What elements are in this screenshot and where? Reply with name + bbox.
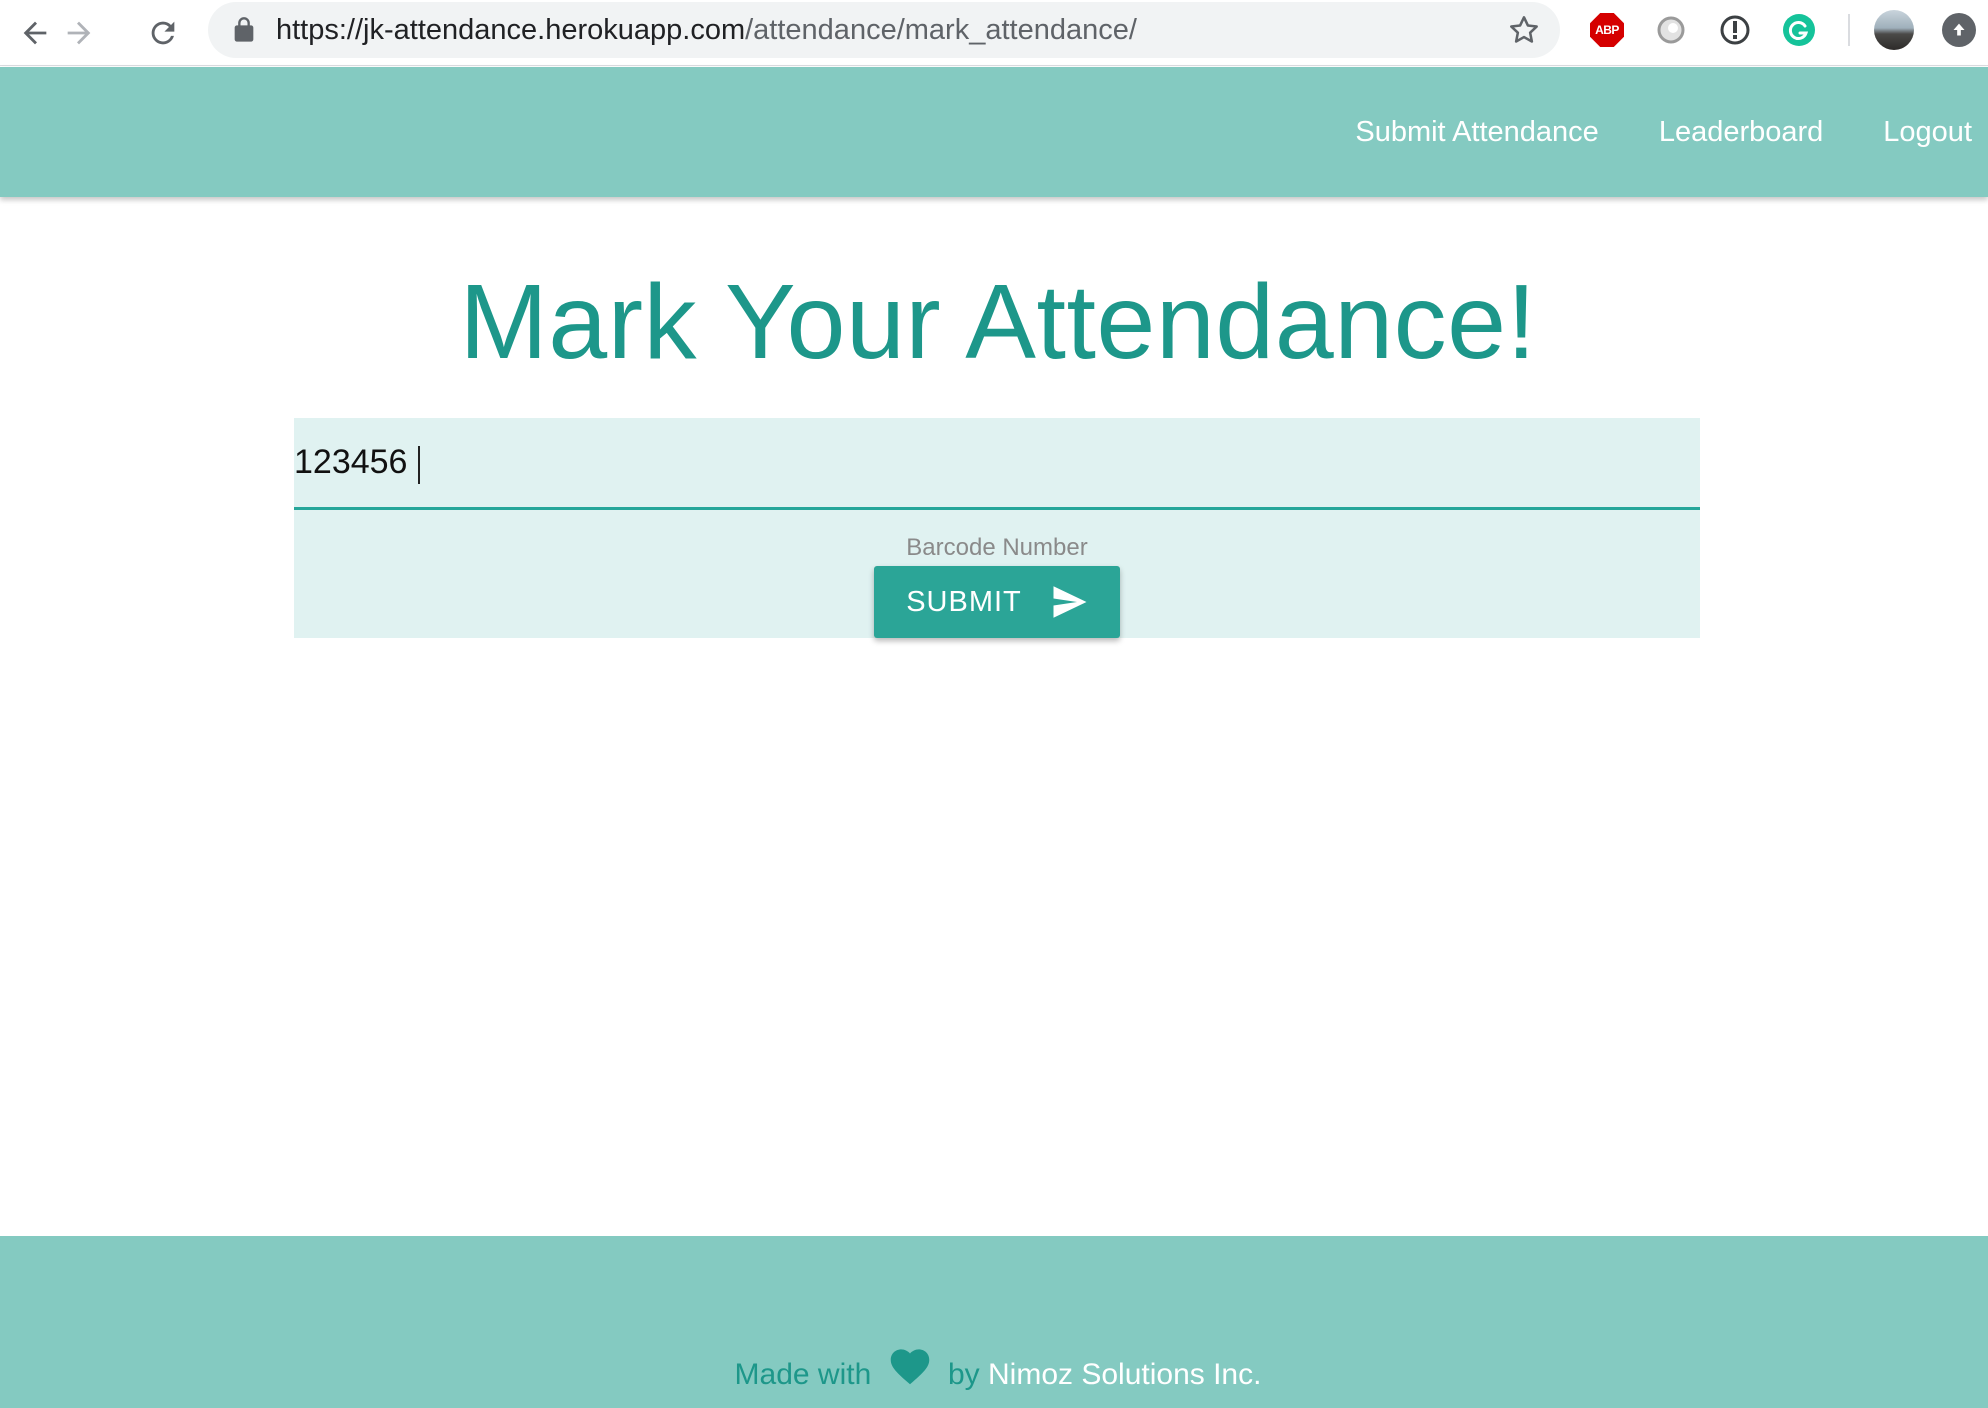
url-text: https://jk-attendance.herokuapp.com/atte… (276, 2, 1137, 58)
site-footer: Made with by Nimoz Solutions Inc. (0, 1236, 1988, 1408)
footer-credit: Made with by Nimoz Solutions Inc. (0, 1344, 1988, 1392)
main-nav: Submit Attendance Leaderboard Logout (1295, 67, 1988, 197)
toolbar-divider (1848, 14, 1850, 46)
arrow-right-icon (67, 21, 91, 45)
lock-icon (234, 17, 254, 42)
reload-icon (151, 21, 175, 45)
url-path: /attendance/mark_attendance/ (745, 14, 1137, 46)
attendance-form: Barcode Number SUBMIT (294, 418, 1700, 638)
forward-button[interactable] (54, 8, 104, 58)
submit-button[interactable]: SUBMIT (874, 566, 1120, 638)
send-icon (1053, 586, 1087, 618)
update-icon[interactable] (1942, 13, 1976, 47)
made-with-text: Made with (734, 1358, 872, 1391)
barcode-label: Barcode Number (906, 534, 1088, 561)
back-button[interactable] (10, 8, 60, 58)
by-text: by (947, 1358, 980, 1391)
adblock-plus-icon[interactable]: ABP (1590, 13, 1624, 47)
site-header: Submit Attendance Leaderboard Logout (0, 67, 1988, 197)
star-icon[interactable] (1508, 14, 1540, 46)
nav-logout[interactable]: Logout (1883, 116, 1972, 149)
nav-submit-attendance[interactable]: Submit Attendance (1355, 116, 1598, 149)
barcode-input[interactable] (294, 418, 1700, 510)
arrow-left-icon (23, 21, 47, 45)
profile-avatar[interactable] (1874, 10, 1914, 50)
reload-button[interactable] (138, 8, 188, 58)
address-bar[interactable]: https://jk-attendance.herokuapp.com/atte… (208, 2, 1560, 58)
company-name[interactable]: Nimoz Solutions Inc. (988, 1358, 1261, 1391)
extension-circle-icon[interactable] (1654, 13, 1688, 47)
heart-icon (890, 1349, 929, 1385)
page-title: Mark Your Attendance! (459, 263, 1537, 381)
nav-leaderboard[interactable]: Leaderboard (1659, 116, 1823, 149)
text-cursor (418, 446, 420, 484)
submit-label: SUBMIT (906, 585, 1022, 618)
grammarly-icon[interactable] (1782, 13, 1816, 47)
browser-toolbar: https://jk-attendance.herokuapp.com/atte… (0, 0, 1988, 66)
url-host: https://jk-attendance.herokuapp.com (276, 14, 746, 46)
password-manager-icon[interactable] (1718, 13, 1752, 47)
